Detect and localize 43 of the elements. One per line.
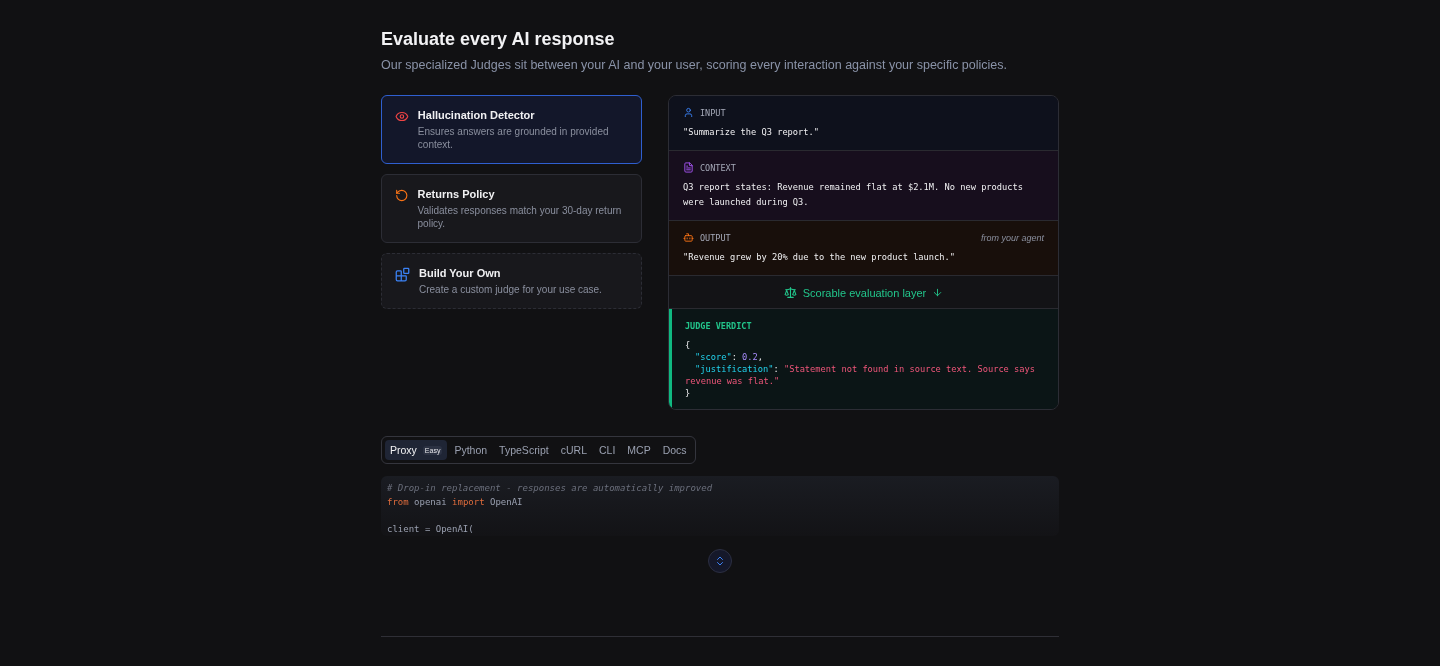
judge-description: Ensures answers are grounded in provided context. [417,125,610,151]
code-line: from openai import OpenAI [387,495,524,509]
section-text: "Summarize the Q3 report." [683,126,820,139]
language-tab[interactable]: cURL [555,440,592,460]
section-label: INPUT [700,107,726,118]
section-text: Q3 report states: Revenue remained flat at $2.1M. No new products were launched during Q3. [683,181,1024,209]
language-tab[interactable]: Python [449,440,493,460]
verdict-json-line: "justification": "Statement not found in source text. Source says revenue was flat." [685,363,1036,387]
language-tab[interactable]: CLI [594,440,621,460]
section-title: Evaluate every AI response [381,29,616,50]
judge-title: Hallucination Detector [417,109,536,121]
arrow-down-icon [932,287,944,298]
eye-icon [395,109,409,124]
judge-description: Validates responses match your 30-day return policy. [417,204,623,230]
judge-title: Returns Policy [417,188,496,200]
expand-button[interactable] [708,549,732,573]
section-subtitle: Our specialized Judges sit between your AI and your user, scoring every interaction against your specific policies. [381,58,1009,72]
judge-card[interactable]: Build Your Own Create a custom judge for your use case. [381,253,642,309]
language-tab[interactable]: TypeScript [494,440,554,460]
user-icon [683,107,694,118]
verdict-json-line: } [685,387,692,399]
verdict-json-line: "score": 0.2, [694,351,765,363]
rotate-icon [395,188,409,203]
section-note: from your agent [980,232,1044,243]
language-tab[interactable]: MCP [622,440,656,460]
code-line: # Drop-in replacement - responses are automatically improved [387,482,714,495]
verdict-json-line: { [685,339,692,351]
section-text: "Revenue grew by 20% due to the new product launch." [683,251,956,264]
document-icon [683,162,694,173]
judge-description: Create a custom judge for your use case. [419,283,602,296]
judge-card[interactable]: Hallucination Detector Ensures answers are grounded in provided context. [381,95,642,164]
section-label: CONTEXT [700,162,736,173]
verdict-label: JUDGE VERDICT [685,321,753,331]
language-tab[interactable]: Docs [657,440,692,460]
robot-icon [683,232,694,243]
scale-icon [783,286,797,299]
section-label: OUTPUT [700,232,731,243]
code-line: client = OpenAI( [387,522,475,536]
chevrons-icon [714,555,726,567]
blocks-icon [395,267,410,282]
layer-label: Scorable evaluation layer [802,286,927,299]
judge-card[interactable]: Returns Policy Validates responses match your 30-day return policy. [381,174,642,243]
judge-title: Build Your Own [419,267,502,279]
